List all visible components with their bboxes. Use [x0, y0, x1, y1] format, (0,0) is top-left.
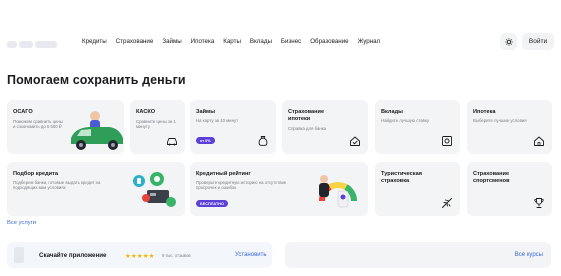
card-kasko[interactable]: КАСКО Сравните цены за 1 минуту — [130, 100, 185, 154]
all-courses-link[interactable]: Все курсы — [515, 252, 543, 258]
card-subtitle: Проверьте кредитную историю на отсутстви… — [196, 180, 287, 191]
safe-icon — [442, 136, 452, 146]
free-badge: БЕСПЛАТНО — [196, 200, 228, 207]
card-mortgage-insurance[interactable]: Страхование ипотеки Справка для банка — [282, 100, 368, 154]
nav-item-education[interactable]: Образование — [310, 38, 348, 45]
card-subtitle: Поможем сравнить цены и сэкономить до 5 … — [13, 119, 63, 130]
nav-item-journal[interactable]: Журнал — [358, 38, 381, 45]
login-button[interactable]: Войти — [522, 33, 554, 50]
card-credit-selection[interactable]: Подбор кредита Подберем банки, готовые в… — [7, 162, 185, 216]
nav-item-business[interactable]: Бизнес — [281, 38, 301, 45]
install-link[interactable]: Установить — [235, 252, 267, 258]
nav-item-mortgage[interactable]: Ипотека — [191, 38, 215, 45]
card-subtitle: Подберем банки, готовые выдать кредит на… — [13, 180, 101, 191]
theme-toggle-button[interactable] — [500, 33, 517, 50]
download-app-label: Скачайте приложение — [39, 252, 107, 259]
card-subtitle: Справка для банка — [288, 126, 327, 131]
card-credit-rating[interactable]: Кредитный рейтинг Проверьте кредитную ис… — [190, 162, 368, 216]
house-icon — [534, 136, 544, 146]
card-loans[interactable]: Займы На карту за 10 минут от 0% — [190, 100, 276, 154]
card-title: Подбор кредита — [13, 171, 58, 177]
plane-icon — [442, 198, 452, 208]
bag-icon — [258, 136, 268, 146]
card-title: Займы — [196, 109, 215, 115]
car-icon — [167, 138, 177, 146]
courses-block: Все курсы — [285, 242, 551, 268]
card-title: КАСКО — [136, 109, 156, 115]
nav-item-loans[interactable]: Займы — [162, 38, 181, 45]
car-illustration — [71, 111, 123, 150]
sun-icon — [504, 37, 513, 46]
reviews-count: 9 тыс. отзывов — [162, 253, 191, 258]
card-title: Вклады — [381, 109, 403, 115]
card-subtitle: Сравните цены за 1 минуту — [136, 119, 176, 130]
card-subtitle: Найдите лучшую ставку — [381, 118, 430, 123]
rating-illustration — [318, 175, 358, 208]
card-deposits[interactable]: Вклады Найдите лучшую ставку — [375, 100, 460, 154]
card-title: Ипотека — [473, 109, 496, 115]
nav-item-deposits[interactable]: Вклады — [250, 38, 272, 45]
card-title: Страхование спортсменов — [473, 171, 510, 184]
phone-icon — [14, 247, 24, 263]
nav-item-cards[interactable]: Карты — [223, 38, 241, 45]
page-title: Помогаем сохранить деньги — [7, 73, 186, 87]
house-check-icon — [350, 136, 360, 146]
card-travel-insurance[interactable]: Туристическая страховка — [375, 162, 460, 216]
site-logo[interactable] — [7, 36, 63, 49]
trophy-icon — [534, 198, 544, 208]
card-title: ОСАГО — [13, 109, 33, 115]
card-title: Туристическая страховка — [381, 171, 422, 184]
app-download-block: Скачайте приложение ★★★★★ 9 тыс. отзывов… — [7, 242, 272, 268]
nav-item-credits[interactable]: Кредиты — [82, 38, 107, 45]
card-title: Кредитный рейтинг — [196, 171, 251, 177]
all-services-link[interactable]: Все услуги — [7, 220, 36, 226]
bank-cards-illustration — [133, 172, 176, 207]
card-athlete-insurance[interactable]: Страхование спортсменов — [467, 162, 552, 216]
card-mortgage[interactable]: Ипотека Выберите лучшие условия — [467, 100, 552, 154]
site-header: Кредиты Страхование Займы Ипотека Карты … — [0, 0, 561, 84]
card-title: Страхование ипотеки — [288, 109, 325, 122]
main-nav: Кредиты Страхование Займы Ипотека Карты … — [82, 38, 380, 45]
nav-item-insurance[interactable]: Страхование — [116, 38, 154, 45]
rate-badge: от 0% — [196, 137, 215, 144]
card-subtitle: На карту за 10 минут — [196, 118, 239, 123]
rating-stars: ★★★★★ — [125, 252, 155, 260]
card-subtitle: Выберите лучшие условия — [473, 118, 527, 123]
card-osago[interactable]: ОСАГО Поможем сравнить цены и сэкономить… — [7, 100, 124, 154]
